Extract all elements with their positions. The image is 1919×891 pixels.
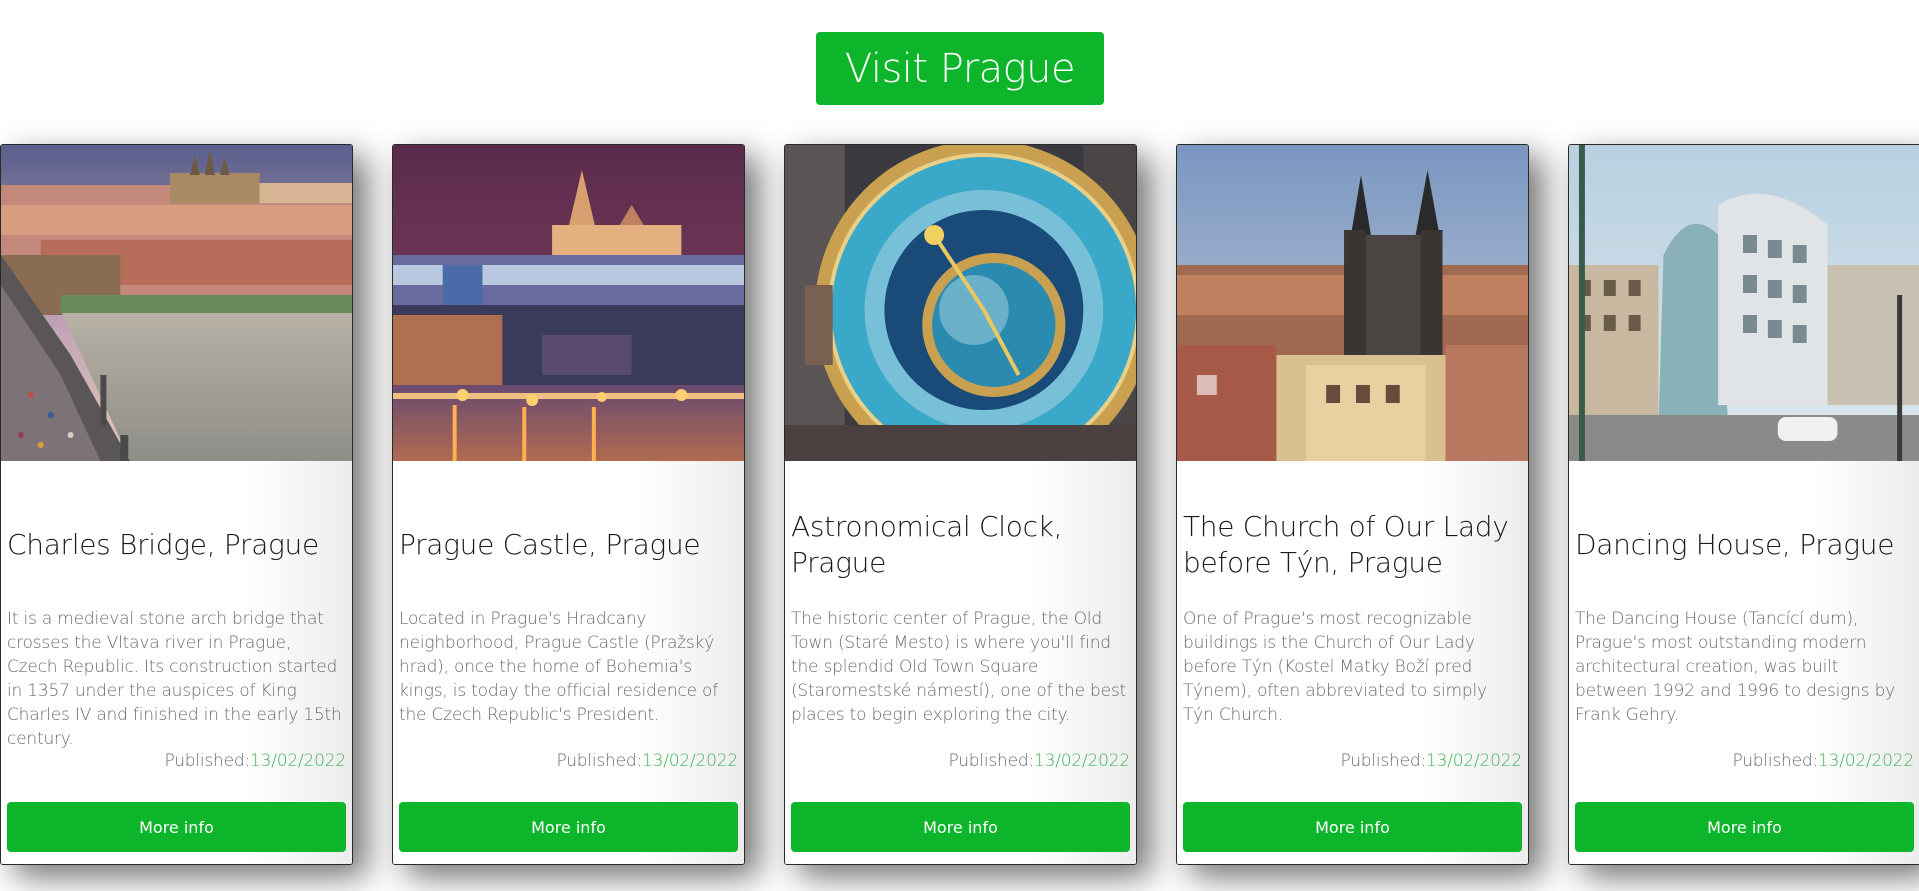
card-image-prague-castle (393, 145, 744, 461)
published-label: Published: (948, 751, 1035, 771)
card-charles-bridge: Charles Bridge, Prague It is a medieval … (0, 144, 353, 865)
card-title: Astronomical Clock, Prague (791, 505, 1128, 585)
card-title-text: The Church of Our Lady before Týn, Pragu… (1183, 510, 1509, 579)
card-description: The Dancing House (Tancící dum), Prague'… (1575, 609, 1896, 725)
more-info-button[interactable]: More info (399, 802, 738, 852)
published-label: Published: (1732, 751, 1819, 771)
card-title-text: Astronomical Clock, Prague (791, 510, 1063, 579)
card-published: Published:13/02/2022 (1732, 751, 1914, 771)
card-description: One of Prague's most recognizable buildi… (1183, 609, 1487, 725)
card-title-text: Dancing House, Prague (1575, 528, 1895, 561)
card-description: The historic center of Prague, the Old T… (791, 609, 1127, 725)
published-date: 13/02/2022 (1034, 751, 1130, 771)
card-image-astronomical-clock (785, 145, 1136, 461)
more-info-button[interactable]: More info (1575, 802, 1914, 852)
published-label: Published: (556, 751, 643, 771)
card-title-text: Charles Bridge, Prague (7, 528, 319, 561)
card-title: Dancing House, Prague (1575, 505, 1912, 585)
card-image-tyn-church (1177, 145, 1528, 461)
published-date: 13/02/2022 (642, 751, 738, 771)
more-info-button[interactable]: More info (7, 802, 346, 852)
card-published: Published:13/02/2022 (164, 751, 346, 771)
card-image-charles-bridge (1, 145, 352, 461)
page: Visit Prague Charles Bridge, Prague It i… (0, 0, 1919, 891)
published-label: Published: (164, 751, 251, 771)
more-info-button[interactable]: More info (1183, 802, 1522, 852)
card-prague-castle: Prague Castle, Prague Located in Prague'… (392, 144, 745, 865)
card-tyn-church: The Church of Our Lady before Týn, Pragu… (1176, 144, 1529, 865)
card-title-text: Prague Castle, Prague (399, 528, 701, 561)
more-info-button[interactable]: More info (791, 802, 1130, 852)
card-published: Published:13/02/2022 (1340, 751, 1522, 771)
published-date: 13/02/2022 (1426, 751, 1522, 771)
card-title: The Church of Our Lady before Týn, Pragu… (1183, 505, 1520, 585)
card-dancing-house: Dancing House, Prague The Dancing House … (1568, 144, 1919, 865)
card-published: Published:13/02/2022 (556, 751, 738, 771)
published-label: Published: (1340, 751, 1427, 771)
card-title: Charles Bridge, Prague (7, 505, 344, 585)
card-title: Prague Castle, Prague (399, 505, 736, 585)
visit-prague-button[interactable]: Visit Prague (816, 32, 1104, 105)
card-description: It is a medieval stone arch bridge that … (7, 609, 342, 749)
card-published: Published:13/02/2022 (948, 751, 1130, 771)
card-astronomical-clock: Astronomical Clock, Prague The historic … (784, 144, 1137, 865)
published-date: 13/02/2022 (250, 751, 346, 771)
card-description: Located in Prague's Hradcany neighborhoo… (399, 609, 719, 725)
published-date: 13/02/2022 (1818, 751, 1914, 771)
card-image-dancing-house (1569, 145, 1919, 461)
